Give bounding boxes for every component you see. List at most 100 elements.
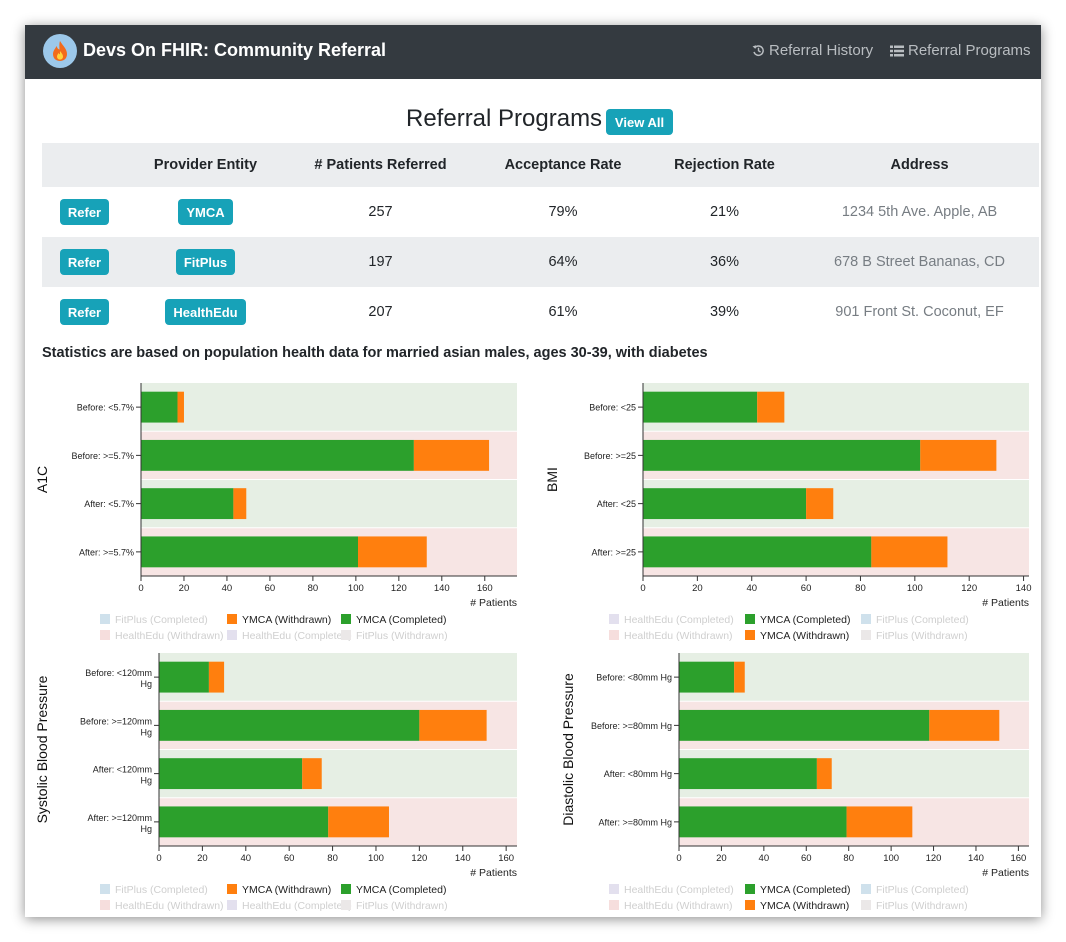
legend-swatch-healthedu-withdrawn	[100, 630, 110, 640]
flame-logo-icon[interactable]	[43, 34, 77, 68]
legend-item-healthedu-completed: HealthEdu (Completed)	[242, 630, 352, 642]
x-tick-label: 80	[308, 583, 319, 594]
bar-completed-after-120mm-hg	[159, 758, 303, 790]
x-tick-label: 40	[240, 853, 251, 864]
acceptance-rate: 79%	[548, 204, 578, 220]
legend-item-healthedu-withdrawn: HealthEdu (Withdrawn)	[115, 900, 224, 912]
legend-item-ymca-completed: YMCA (Completed)	[760, 614, 850, 626]
view-all-button[interactable]: View All	[606, 109, 673, 135]
refer-button-fitplus[interactable]: Refer	[59, 249, 110, 275]
legend-item-healthedu-withdrawn: HealthEdu (Withdrawn)	[624, 630, 733, 642]
address: 1234 5th Ave. Apple, AB	[841, 204, 998, 220]
address: 901 Front St. Coconut, EF	[835, 304, 1004, 320]
bar-withdrawn-before-80mm-hg	[929, 709, 1000, 741]
history-icon	[752, 45, 764, 56]
address: 678 B Street Bananas, CD	[800, 237, 1039, 287]
bar-completed-before-80mm-hg	[679, 661, 735, 693]
bar-completed-before-120mm-hg	[159, 709, 420, 741]
category-label: Hg	[140, 727, 152, 737]
column-header-acceptance: Acceptance Rate	[477, 143, 649, 187]
x-tick-label: 40	[222, 583, 233, 594]
table-row: Refer HealthEdu 207 61% 39% 901 Front St…	[42, 287, 1039, 337]
patients-referred: 207	[368, 304, 393, 320]
legend-swatch-healthedu-completed	[609, 884, 619, 894]
patients-referred: 257	[368, 204, 393, 220]
bar-withdrawn-before-5-7	[413, 439, 490, 471]
legend-swatch-ymca-completed	[745, 884, 755, 894]
x-tick-label: 0	[676, 853, 681, 864]
legend-swatch-ymca-completed	[341, 884, 351, 894]
bar-withdrawn-before-80mm-hg	[734, 661, 745, 693]
legend-item-healthedu-withdrawn: HealthEdu (Withdrawn)	[115, 630, 224, 642]
x-tick-label: 20	[692, 583, 703, 594]
nav-referral-history[interactable]: Referral History	[752, 42, 873, 59]
legend-swatch-ymca-completed	[341, 614, 351, 624]
app-brand[interactable]: Devs On FHIR: Community Referral	[83, 40, 386, 61]
x-axis-title: # Patients	[982, 597, 1029, 609]
legend-swatch-fitplus-completed	[100, 884, 110, 894]
bar-withdrawn-before-25	[757, 391, 785, 423]
bar-withdrawn-after-80mm-hg	[846, 806, 913, 838]
column-header-provider: Provider Entity	[127, 143, 284, 187]
list-icon	[890, 45, 904, 56]
legend-item-ymca-withdrawn: YMCA (Withdrawn)	[760, 630, 849, 642]
legend-item-ymca-completed: YMCA (Completed)	[760, 884, 850, 896]
x-tick-label: 40	[759, 853, 770, 864]
x-tick-label: 40	[746, 583, 757, 594]
column-header-patients: # Patients Referred	[284, 143, 477, 187]
y-axis-title: Systolic Blood Pressure	[34, 675, 50, 823]
legend-item-fitplus-completed: FitPlus (Completed)	[876, 884, 969, 896]
table-row: Refer FitPlus 197 64% 36% 678 B Street B…	[42, 237, 1039, 287]
x-tick-label: 60	[801, 853, 812, 864]
x-tick-label: 100	[348, 583, 364, 594]
x-tick-label: 120	[391, 583, 407, 594]
legend-item-ymca-withdrawn: YMCA (Withdrawn)	[760, 900, 849, 912]
nav-referral-programs[interactable]: Referral Programs	[890, 42, 1031, 59]
a1c-chart: Before: <5.7% Before: >=5.7% After: <5.7% A…	[25, 375, 525, 645]
x-tick-label: 140	[968, 853, 984, 864]
category-label: Before: <5.7%	[77, 403, 134, 413]
legend-swatch-fitplus-withdrawn	[861, 630, 871, 640]
category-label: Hg	[140, 679, 152, 689]
bar-completed-before-5-7	[141, 439, 414, 471]
legend-swatch-ymca-withdrawn	[227, 614, 237, 624]
bar-withdrawn-after-25	[871, 536, 948, 568]
legend-swatch-ymca-withdrawn	[745, 900, 755, 910]
acceptance-rate: 61%	[548, 304, 578, 320]
provider-button-healthedu[interactable]: HealthEdu	[165, 299, 246, 325]
bar-completed-before-120mm-hg	[159, 661, 209, 693]
legend-swatch-healthedu-completed	[227, 900, 237, 910]
rejection-rate: 36%	[649, 237, 800, 287]
provider-button-fitplus[interactable]: FitPlus	[175, 249, 236, 275]
legend-swatch-fitplus-withdrawn	[341, 900, 351, 910]
legend-swatch-ymca-completed	[745, 614, 755, 624]
bar-withdrawn-after-120mm-hg	[328, 806, 389, 838]
navbar: Devs On FHIR: Community Referral Referra…	[25, 25, 1041, 79]
legend-item-ymca-completed: YMCA (Completed)	[356, 884, 446, 896]
category-label: Before: >=5.7%	[71, 451, 134, 461]
page-title: Referral Programs	[406, 105, 603, 132]
legend-item-ymca-withdrawn: YMCA (Withdrawn)	[242, 614, 331, 626]
bar-withdrawn-after-120mm-hg	[302, 758, 322, 790]
x-tick-label: 160	[477, 583, 493, 594]
bar-withdrawn-before-120mm-hg	[208, 661, 225, 693]
refer-button-ymca[interactable]: Refer	[59, 199, 110, 225]
x-axis-title: # Patients	[982, 867, 1029, 879]
refer-button-healthedu[interactable]: Refer	[59, 299, 110, 325]
category-label: After: >=120mm	[87, 813, 152, 823]
category-label: After: <80mm Hg	[604, 769, 672, 779]
x-tick-label: 0	[156, 853, 161, 864]
category-label: After: <120mm	[93, 765, 152, 775]
category-label: Hg	[140, 776, 152, 786]
legend-swatch-healthedu-withdrawn	[609, 900, 619, 910]
x-tick-label: 60	[801, 583, 812, 594]
provider-button-ymca[interactable]: YMCA	[178, 199, 233, 225]
legend-item-fitplus-completed: FitPlus (Completed)	[115, 884, 208, 896]
legend-item-ymca-withdrawn: YMCA (Withdrawn)	[242, 884, 331, 896]
legend-swatch-fitplus-completed	[861, 884, 871, 894]
bar-completed-after-25	[643, 536, 872, 568]
bar-completed-after-120mm-hg	[159, 806, 329, 838]
x-axis-title: # Patients	[470, 867, 517, 879]
legend-item-fitplus-withdrawn: FitPlus (Withdrawn)	[356, 900, 448, 912]
bar-withdrawn-after-5-7	[233, 488, 247, 520]
